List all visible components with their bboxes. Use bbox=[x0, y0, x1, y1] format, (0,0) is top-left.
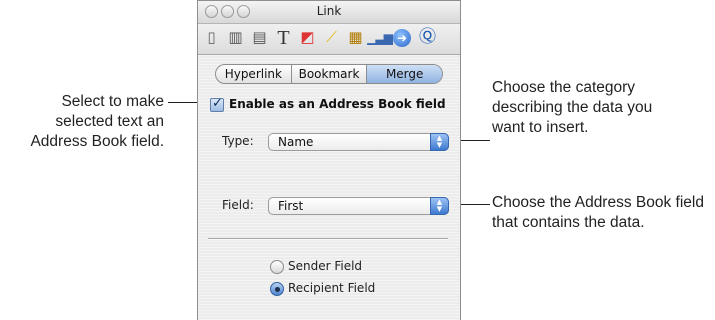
link-icon[interactable]: ➜ bbox=[393, 29, 411, 47]
sender-field-label: Sender Field bbox=[288, 259, 363, 273]
document-icon[interactable]: ▯ bbox=[201, 27, 222, 48]
recipient-field-radio[interactable] bbox=[270, 282, 284, 296]
chart-icon[interactable]: ▁▃▆ bbox=[367, 27, 393, 48]
layout-icon[interactable]: ▥ bbox=[225, 27, 246, 48]
tab-bookmark[interactable]: Bookmark bbox=[290, 65, 367, 83]
enable-address-book-label: Enable as an Address Book field bbox=[229, 97, 446, 111]
link-type-segmented-control: Hyperlink Bookmark Merge bbox=[215, 64, 443, 84]
window-title: Link bbox=[316, 4, 342, 18]
updown-arrows-icon: ▲ ▼ bbox=[430, 133, 449, 151]
section-divider bbox=[208, 238, 448, 240]
checkmark-icon: ✓ bbox=[212, 96, 223, 111]
metrics-icon[interactable]: ⟋ bbox=[321, 27, 342, 48]
enable-address-book-checkbox[interactable]: ✓ bbox=[210, 96, 224, 112]
type-popup[interactable]: Name ▲ ▼ bbox=[268, 133, 449, 151]
window-titlebar: Link bbox=[198, 1, 460, 24]
field-popup[interactable]: First ▲ ▼ bbox=[268, 197, 449, 215]
type-field-callout: Choose the category describing the data … bbox=[492, 79, 653, 136]
quicktime-icon[interactable]: Ⓠ bbox=[417, 27, 438, 48]
updown-arrows-icon: ▲ ▼ bbox=[430, 197, 449, 215]
sender-field-radio[interactable] bbox=[270, 260, 284, 274]
graphic-icon[interactable]: ◩ bbox=[297, 27, 318, 48]
tab-hyperlink[interactable]: Hyperlink bbox=[216, 65, 291, 83]
text-icon[interactable]: T bbox=[273, 27, 294, 48]
recipient-field-label: Recipient Field bbox=[288, 281, 376, 295]
inspector-toolbar: ▯ ▥ ▤ T ◩ ⟋ ▦ ▁▃▆ ➜ Ⓠ bbox=[198, 24, 460, 55]
type-label: Type: bbox=[222, 134, 254, 148]
type-popup-value: Name bbox=[278, 135, 314, 149]
field-popup-value: First bbox=[278, 199, 304, 213]
wrap-icon[interactable]: ▤ bbox=[249, 27, 270, 48]
enable-field-callout: Select to make selected text an Address … bbox=[30, 93, 164, 150]
field-field-callout: Choose the Address Book field that conta… bbox=[492, 194, 704, 231]
field-label: Field: bbox=[222, 198, 254, 212]
link-inspector-window: Link ▯ ▥ ▤ T ◩ ⟋ ▦ ▁▃▆ ➜ Ⓠ Hyperlink Boo… bbox=[197, 0, 461, 320]
tab-merge[interactable]: Merge bbox=[366, 65, 442, 83]
table-icon[interactable]: ▦ bbox=[345, 27, 366, 48]
